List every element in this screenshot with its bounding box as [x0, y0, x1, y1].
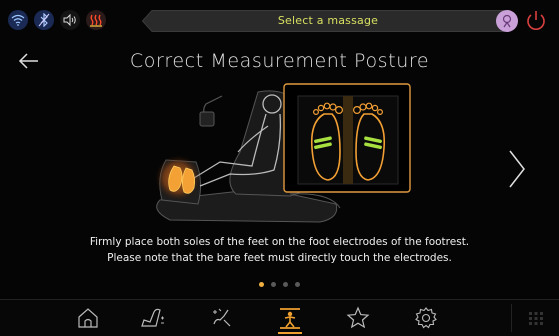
- nav-divider: [511, 304, 512, 332]
- posture-illustration: [140, 82, 430, 232]
- status-icons: [8, 10, 106, 30]
- page-dot[interactable]: [271, 282, 276, 287]
- massage-icon[interactable]: [210, 306, 234, 330]
- home-icon[interactable]: [76, 306, 100, 330]
- page-dot[interactable]: [283, 282, 288, 287]
- wifi-icon[interactable]: [8, 10, 28, 30]
- page-dot[interactable]: [295, 282, 300, 287]
- select-massage-button[interactable]: Select a massage: [142, 10, 514, 32]
- active-nav-indicator: [278, 332, 302, 334]
- user-icon[interactable]: [496, 10, 518, 32]
- pagination-dots: [259, 282, 300, 287]
- chevron-right-icon: [509, 150, 525, 188]
- favorite-icon[interactable]: [346, 306, 370, 330]
- bluetooth-icon[interactable]: [34, 10, 54, 30]
- settings-icon[interactable]: [414, 306, 438, 330]
- instructions: Firmly place both soles of the feet on t…: [0, 234, 559, 266]
- next-button[interactable]: [506, 148, 528, 190]
- instruction-line-1: Firmly place both soles of the feet on t…: [89, 236, 470, 248]
- grid-menu-icon[interactable]: [524, 306, 548, 330]
- heat-icon[interactable]: [86, 10, 106, 30]
- speaker-icon[interactable]: [60, 10, 80, 30]
- bottom-nav: [0, 299, 559, 336]
- recline-icon[interactable]: [140, 306, 164, 330]
- instruction-line-2: Please note that the bare feet must dire…: [107, 252, 452, 264]
- power-icon[interactable]: [524, 9, 548, 33]
- page-dot[interactable]: [259, 282, 264, 287]
- posture-icon[interactable]: [278, 306, 302, 330]
- select-massage-label: Select a massage: [277, 14, 379, 27]
- page-title: Correct Measurement Posture: [129, 50, 430, 72]
- top-bar: Select a massage: [0, 0, 559, 46]
